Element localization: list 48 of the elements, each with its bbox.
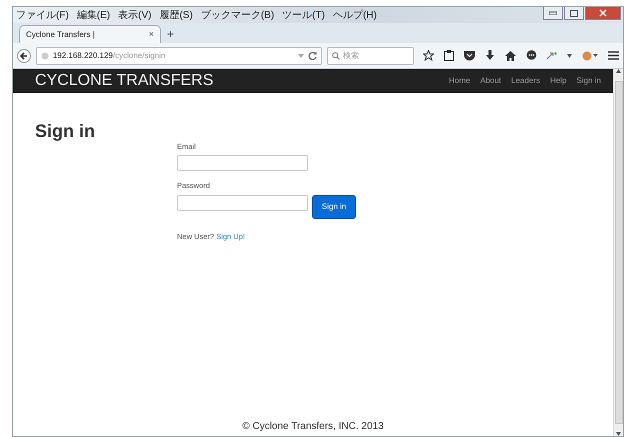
- avatar-icon[interactable]: [582, 50, 598, 60]
- share-icon[interactable]: [547, 52, 557, 60]
- page-heading: Sign in: [35, 121, 96, 143]
- menu-item[interactable]: 編集(E): [76, 8, 110, 22]
- minimize-button[interactable]: [543, 7, 563, 20]
- chat-icon[interactable]: [526, 50, 537, 61]
- footer-text: © Cyclone Transfers, INC. 2013: [242, 421, 384, 432]
- scrollbar-thumb[interactable]: [614, 81, 622, 424]
- url-host: 192.168.220.129: [52, 50, 113, 60]
- close-icon: [599, 9, 607, 17]
- menu-icon[interactable]: [608, 51, 619, 60]
- close-button[interactable]: [585, 7, 621, 20]
- minimize-icon: [549, 11, 557, 15]
- menu-item[interactable]: ツール(T): [282, 8, 325, 22]
- clipboard-icon[interactable]: [444, 50, 454, 61]
- maximize-icon: [570, 10, 578, 16]
- caret-icon[interactable]: [567, 54, 572, 58]
- back-icon[interactable]: [17, 48, 31, 62]
- pocket-icon[interactable]: [464, 50, 475, 60]
- browser-tab[interactable]: Cyclone Transfers | ×: [19, 25, 161, 43]
- reload-icon[interactable]: [308, 51, 318, 60]
- url-path: /cyclone/signin: [112, 50, 166, 60]
- menu-item[interactable]: ファイル(F): [16, 8, 69, 22]
- tab-close[interactable]: ×: [148, 28, 154, 42]
- nav-link[interactable]: Help: [550, 75, 567, 87]
- star-icon[interactable]: [423, 50, 434, 61]
- menu-item[interactable]: ブックマーク(B): [200, 8, 274, 22]
- tab-title: Cyclone Transfers |: [26, 28, 95, 40]
- search-placeholder: 検索: [343, 50, 360, 62]
- nav-link[interactable]: About: [480, 75, 502, 87]
- scroll-down-icon[interactable]: [616, 432, 621, 436]
- home-icon[interactable]: [505, 50, 516, 60]
- nav-link[interactable]: Leaders: [511, 75, 540, 87]
- new-tab-button[interactable]: +: [167, 25, 174, 43]
- menu-item[interactable]: 表示(V): [118, 8, 152, 22]
- download-icon[interactable]: [485, 50, 495, 61]
- menu-item[interactable]: 履歴(S): [159, 8, 193, 22]
- input-field[interactable]: [177, 194, 308, 210]
- nav-link[interactable]: Home: [448, 75, 470, 87]
- scrollbar[interactable]: [613, 69, 623, 436]
- address-bar[interactable]: 192.168.220.129/cyclone/signin: [36, 46, 322, 64]
- sign-in-button[interactable]: Sign in: [312, 194, 356, 218]
- input-field[interactable]: [177, 155, 308, 172]
- nav-link[interactable]: Sign in: [576, 75, 601, 87]
- menu-item[interactable]: ヘルプ(H): [332, 8, 377, 22]
- search-icon: [332, 52, 340, 60]
- site-brand[interactable]: CYCLONE TRANSFERS: [35, 69, 214, 93]
- maximize-button[interactable]: [564, 7, 584, 20]
